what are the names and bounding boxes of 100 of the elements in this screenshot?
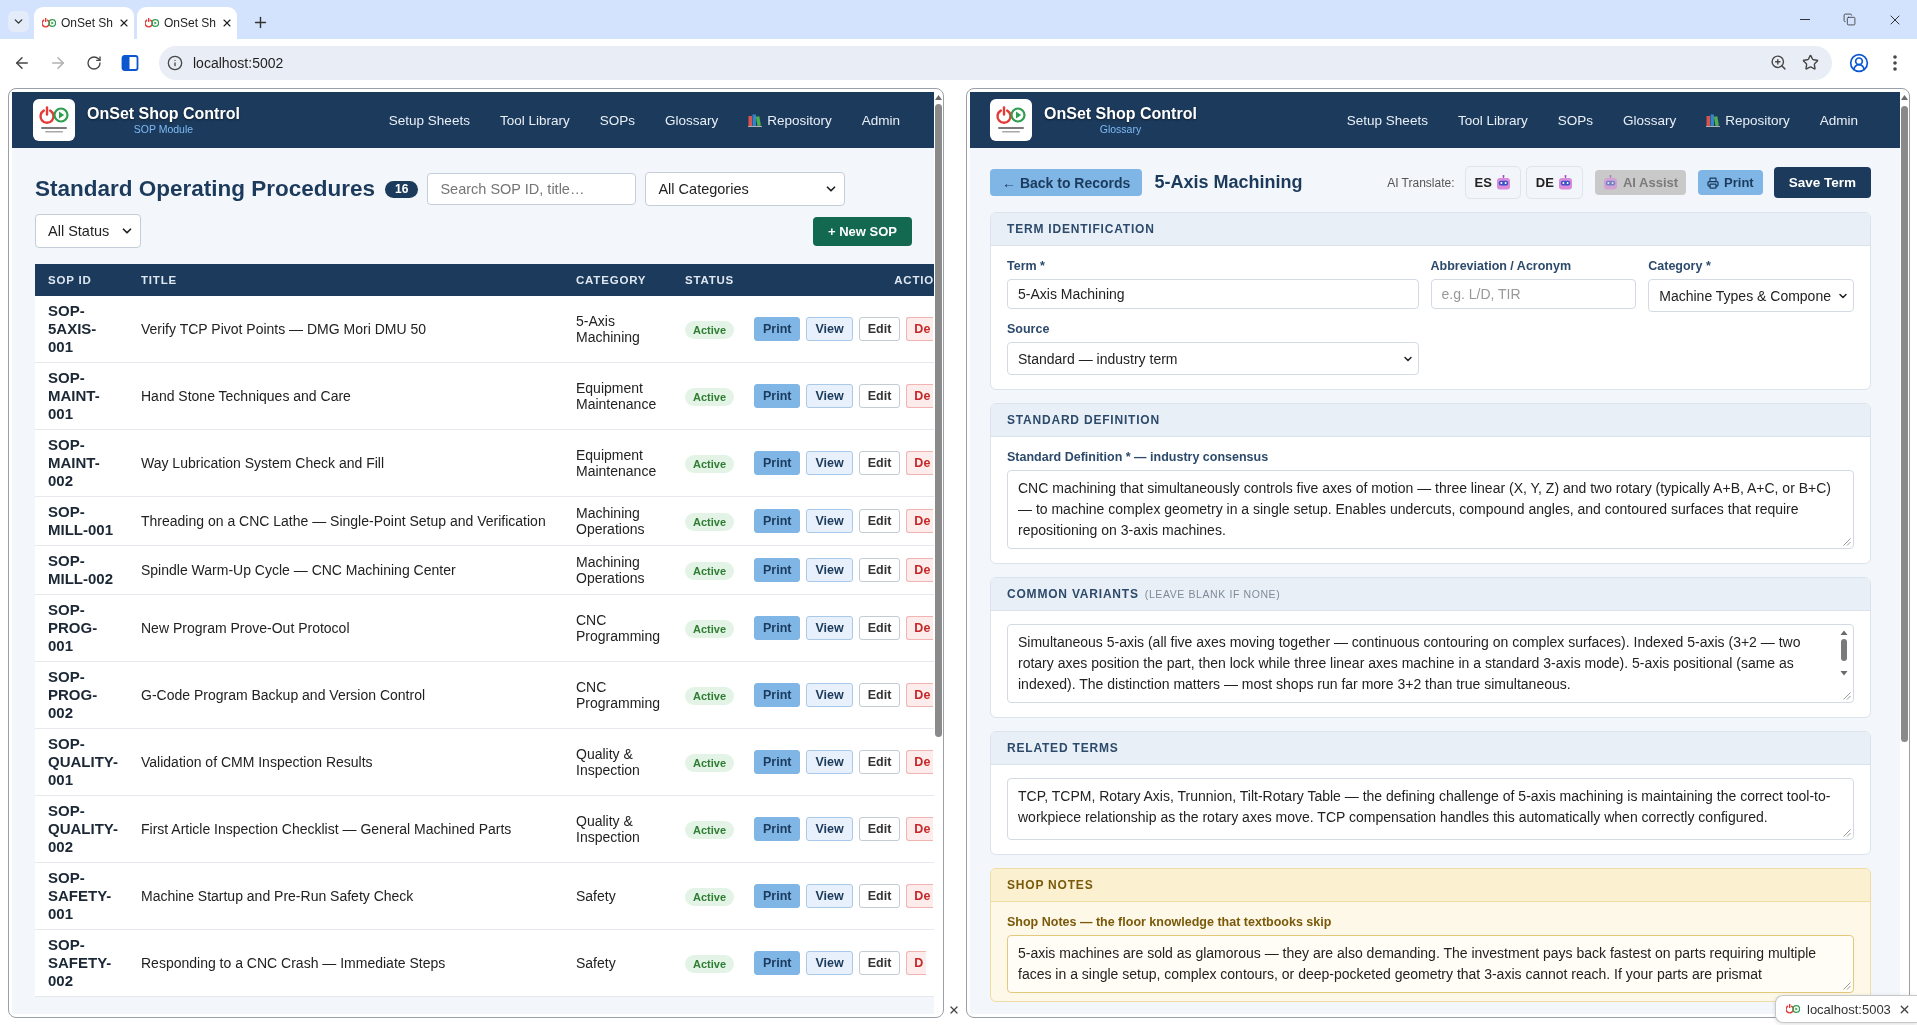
edit-button[interactable]: Edit	[858, 817, 901, 841]
print-button[interactable]: Print	[754, 451, 801, 475]
delete-button[interactable]: De	[906, 817, 934, 841]
nav-link[interactable]: Repository	[748, 112, 832, 128]
print-button[interactable]: Print	[754, 384, 801, 408]
text-input[interactable]: e.g. L/D, TIR	[1430, 279, 1637, 309]
resize-grip-icon[interactable]	[1843, 982, 1851, 990]
category-select[interactable]: All Categories	[645, 172, 846, 206]
delete-button[interactable]: De	[906, 509, 934, 533]
view-button[interactable]: View	[806, 951, 853, 975]
translate-button[interactable]: DE	[1525, 166, 1583, 199]
resize-grip-icon[interactable]	[1843, 692, 1851, 700]
edit-button[interactable]: Edit	[858, 384, 901, 408]
edit-button[interactable]: Edit	[858, 951, 901, 975]
delete-button[interactable]: De	[906, 750, 934, 774]
resize-grip-icon[interactable]	[1843, 538, 1851, 546]
sop-id: SOP-PROG-001	[48, 601, 99, 655]
view-button[interactable]: View	[806, 884, 853, 908]
delete-button[interactable]: De	[906, 558, 934, 582]
module-name: SOP Module	[133, 123, 194, 135]
nav-link[interactable]: Setup Sheets	[388, 112, 470, 128]
status-select[interactable]: All Status	[35, 214, 141, 248]
status-badge: Active	[685, 454, 735, 473]
view-button[interactable]: View	[806, 317, 853, 341]
save-button[interactable]: Save Term	[1773, 167, 1871, 198]
text-area[interactable]: TCP, TCPM, Rotary Axis, Trunnion, Tilt-Rotary Table — the defining challenge of 5-axis machining is maintaining the correct tool-to-workpiece relationship as the rotary axes move. TCP compensation handles this automatically when correctly configured.	[1007, 778, 1854, 840]
new-sop-button[interactable]: + New SOP	[813, 216, 912, 246]
nav-link[interactable]: Glossary	[664, 112, 719, 128]
select-field[interactable]: Machine Types & Compone	[1648, 279, 1854, 312]
triangle-up-icon[interactable]	[934, 95, 942, 100]
print-button[interactable]: Print	[754, 884, 801, 908]
edit-button[interactable]: Edit	[858, 884, 901, 908]
delete-button[interactable]: De	[906, 451, 934, 475]
count-badge: 16	[385, 180, 419, 198]
print-button[interactable]: Print	[754, 509, 801, 533]
print-button[interactable]: Print	[754, 558, 801, 582]
triangle-up-icon[interactable]	[1900, 95, 1908, 100]
sop-id: SOP-5AXIS-001	[48, 302, 98, 356]
status-badge: Active	[685, 686, 735, 705]
edit-button[interactable]: Edit	[858, 451, 901, 475]
sop-title: Responding to a CNC Crash — Immediate Steps	[140, 955, 447, 971]
browser-tab[interactable]: OnSet Sh	[34, 7, 134, 39]
delete-button[interactable]: D	[906, 951, 927, 975]
print-button[interactable]: Print	[754, 951, 801, 975]
text-input[interactable]: 5-Axis Machining	[1007, 279, 1419, 309]
print-button[interactable]: Print	[754, 616, 801, 640]
text-area[interactable]: CNC machining that simultaneously controls five axes of motion — three linear (X, Y, Z) and two rotary (typically A+B, A+C, or B+C) — to machine complex geometry in a single setup. Enables undercuts, compound angles, and contoured surfaces that require repositioning on 3-axis machines.	[1007, 470, 1854, 549]
status-badge: Active	[685, 387, 735, 406]
view-button[interactable]: View	[806, 558, 853, 582]
info-icon	[167, 54, 183, 71]
nav-link[interactable]: SOPs	[1557, 112, 1593, 128]
nav-link[interactable]: Repository	[1706, 112, 1790, 128]
print-button[interactable]: Print	[754, 317, 801, 341]
view-button[interactable]: View	[806, 817, 853, 841]
sop-title: Machine Startup and Pre-Run Safety Check	[140, 888, 415, 904]
nav-link[interactable]: Admin	[861, 112, 900, 128]
delete-button[interactable]: De	[906, 616, 934, 640]
robot-icon	[1495, 175, 1511, 190]
edit-button[interactable]: Edit	[858, 616, 901, 640]
resize-grip-icon[interactable]	[1843, 829, 1851, 837]
edit-button[interactable]: Edit	[858, 683, 901, 707]
scroll-bar[interactable]	[1900, 106, 1908, 742]
menu-icon	[1893, 54, 1897, 71]
translate-button[interactable]: ES	[1464, 166, 1521, 199]
nav-link[interactable]: SOPs	[599, 112, 635, 128]
nav-link[interactable]: Admin	[1819, 112, 1858, 128]
select-field[interactable]: Standard — industry term	[1007, 342, 1419, 375]
view-button[interactable]: View	[806, 750, 853, 774]
edit-button[interactable]: Edit	[858, 558, 901, 582]
sop-title: Verify TCP Pivot Points — DMG Mori DMU 50	[140, 321, 427, 337]
power-play-icon	[1786, 1003, 1800, 1015]
print-button[interactable]: Print	[1698, 170, 1763, 195]
view-button[interactable]: View	[806, 384, 853, 408]
nav-link[interactable]: Tool Library	[499, 112, 570, 128]
delete-button[interactable]: De	[906, 317, 934, 341]
print-button[interactable]: Print	[754, 750, 801, 774]
view-button[interactable]: View	[806, 616, 853, 640]
edit-button[interactable]: Edit	[858, 317, 901, 341]
search-field[interactable]: Search SOP ID, title…	[427, 173, 637, 205]
print-button[interactable]: Print	[754, 683, 801, 707]
delete-button[interactable]: De	[906, 884, 934, 908]
view-button[interactable]: View	[806, 451, 853, 475]
edit-button[interactable]: Edit	[858, 750, 901, 774]
nav-link[interactable]: Setup Sheets	[1346, 112, 1428, 128]
address-bar[interactable]: localhost:5002	[159, 45, 1832, 80]
back-button[interactable]: ← Back to Records	[990, 169, 1143, 196]
delete-button[interactable]: De	[906, 384, 934, 408]
text-area[interactable]: 5-axis machines are sold as glamorous — they are also demanding. The investment pays back fastest on parts requiring multiple faces in a single setup, complex contours, or deep-pocketed geometry that 3-axis cannot reach. If your parts are prismat	[1007, 935, 1854, 993]
view-button[interactable]: View	[806, 683, 853, 707]
browser-tab[interactable]: OnSet Sh	[137, 7, 237, 39]
nav-link[interactable]: Tool Library	[1457, 112, 1528, 128]
scroll-bar[interactable]	[934, 104, 942, 737]
print-button[interactable]: Print	[754, 817, 801, 841]
text-area[interactable]: Simultaneous 5-axis (all five axes moving together — continuous contouring on complex surfaces). Indexed 5-axis (3+2 — two rotary axes position the part, then lock while three linear axes machine in a standard 3-axis mode). 5-axis positional (same as indexed). The distinction matters — most shops run far more 3+2 than true simultaneous.	[1007, 624, 1854, 703]
edit-button[interactable]: Edit	[858, 509, 901, 533]
tab-list-button[interactable]	[8, 11, 29, 32]
delete-button[interactable]: De	[906, 683, 934, 707]
view-button[interactable]: View	[806, 509, 853, 533]
nav-link[interactable]: Glossary	[1622, 112, 1677, 128]
sop-category: CNC Programming	[575, 679, 662, 711]
